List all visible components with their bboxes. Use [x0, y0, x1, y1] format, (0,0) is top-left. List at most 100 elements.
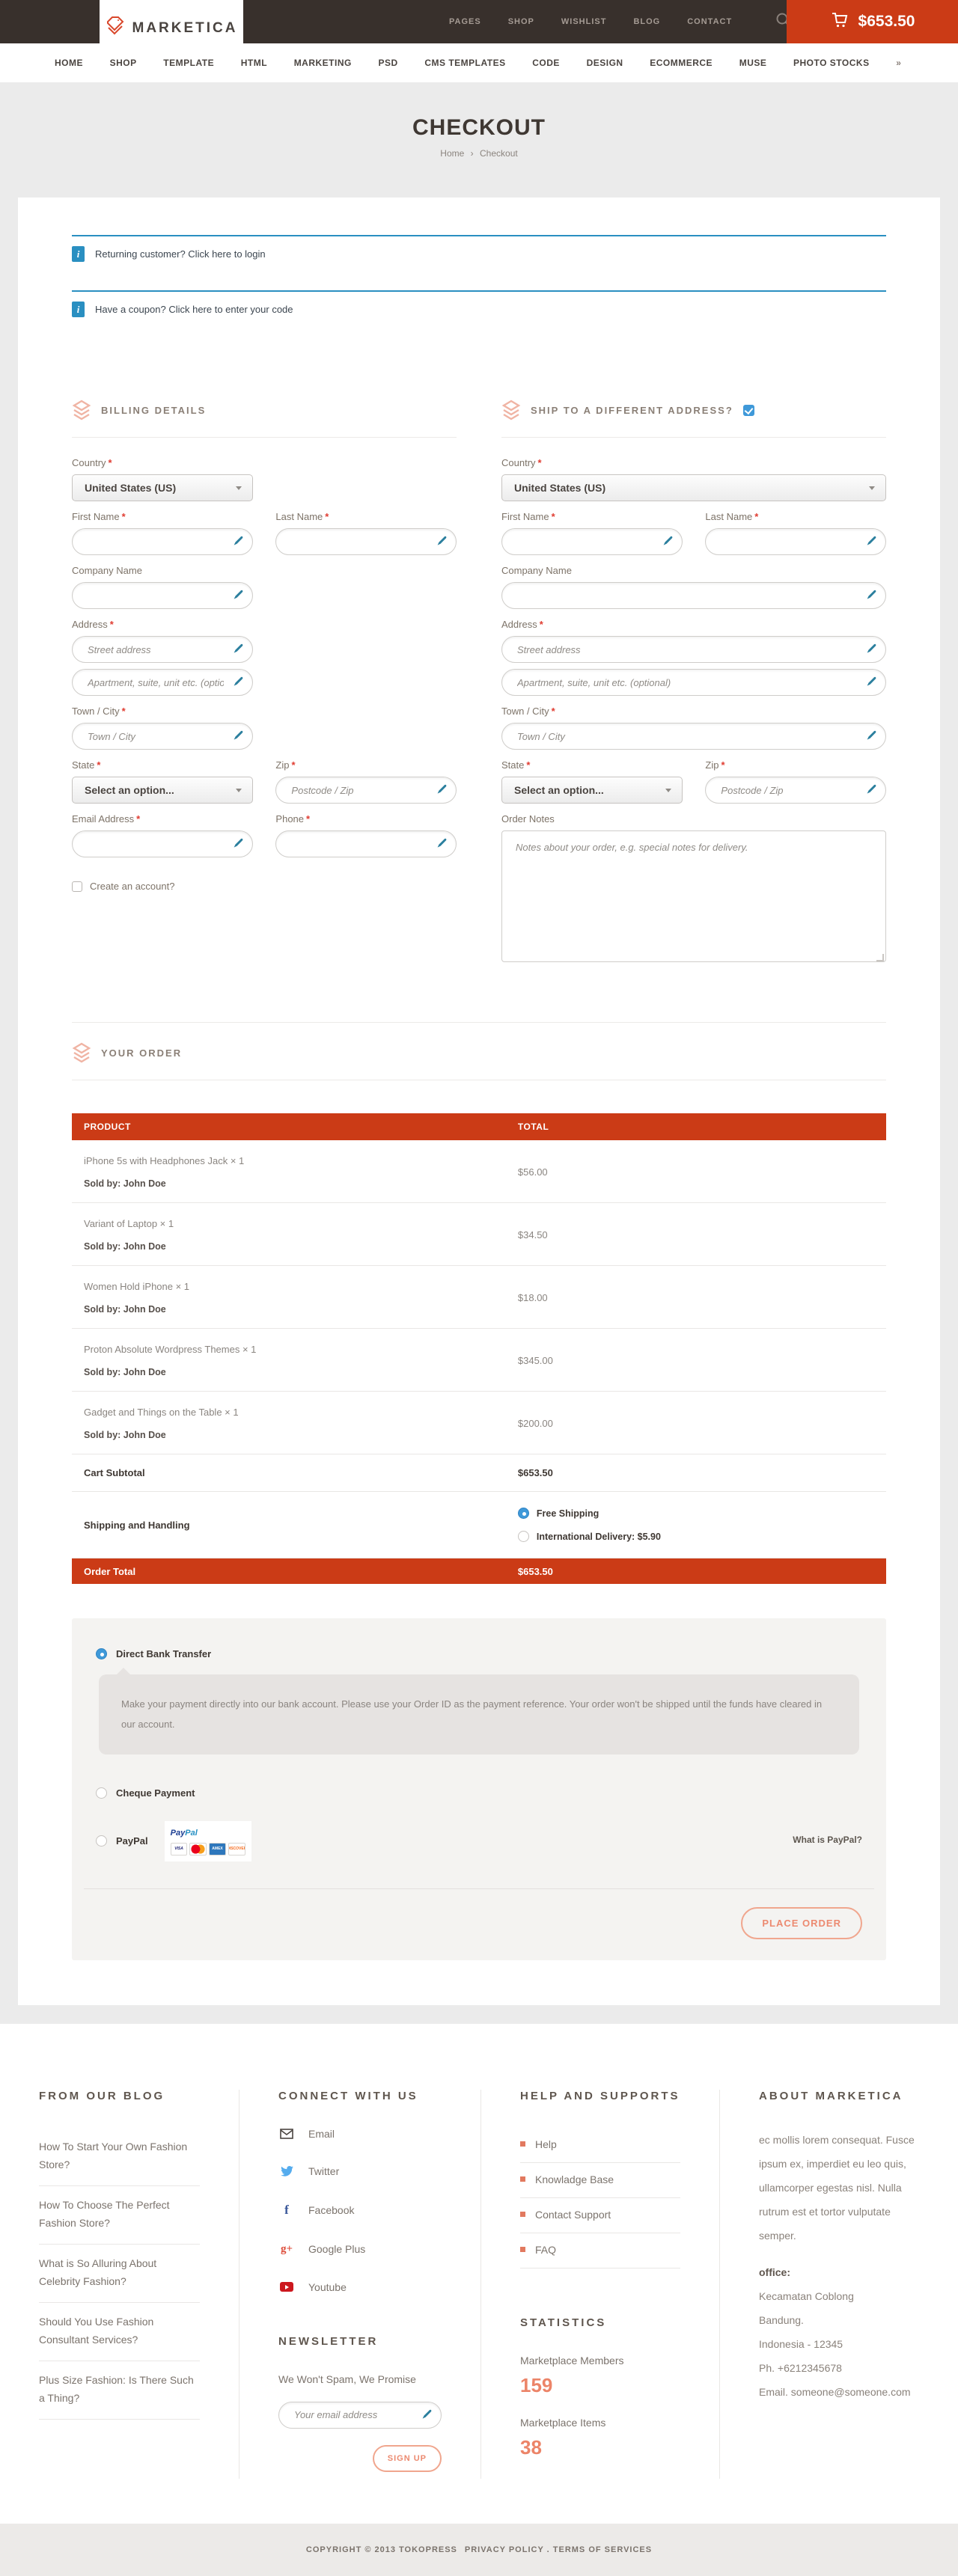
nav-more-chevron-icon[interactable]: » — [896, 58, 901, 68]
nav-home[interactable]: HOME — [55, 58, 83, 68]
radio-unselected-icon[interactable] — [96, 1835, 107, 1847]
edit-pen-icon — [231, 536, 243, 548]
copyright-links[interactable]: PRIVACY POLICY . TERMS OF SERVICES — [465, 2545, 652, 2554]
radio-unselected-icon[interactable] — [96, 1787, 107, 1799]
facebook-link[interactable]: f Facebook — [278, 2203, 442, 2218]
nav-cms-templates[interactable]: CMS TEMPLATES — [424, 58, 505, 68]
nav-photo-stocks[interactable]: PHOTO STOCKS — [793, 58, 870, 68]
shipping-first-name-input[interactable] — [501, 528, 683, 555]
tag-logo-icon — [106, 16, 125, 42]
billing-last-name-input[interactable] — [275, 528, 457, 555]
knowledge-base-link[interactable]: Knowladge Base — [520, 2163, 680, 2198]
shipping-company-input[interactable] — [501, 582, 886, 609]
blog-link[interactable]: How To Choose The Perfect Fashion Store? — [39, 2186, 200, 2245]
edit-pen-icon — [435, 784, 447, 796]
chevron-down-icon — [236, 486, 242, 490]
nav-marketing[interactable]: MARKETING — [294, 58, 352, 68]
footer: FROM OUR BLOG How To Start Your Own Fash… — [0, 2024, 958, 2524]
amex-card-icon: AMEX — [209, 1843, 226, 1855]
billing-email-input[interactable] — [72, 830, 253, 857]
login-link[interactable]: Click here to login — [188, 248, 265, 260]
paypal-option[interactable]: PayPal PayPal VISA MC AMEX DISCOVER What… — [84, 1821, 874, 1861]
shipping-town-input[interactable] — [501, 723, 886, 750]
edit-pen-icon — [231, 676, 243, 688]
top-nav: PAGES SHOP WISHLIST BLOG CONTACT — [449, 17, 732, 26]
billing-town-input[interactable] — [72, 723, 253, 750]
layers-icon — [72, 1042, 91, 1063]
bank-transfer-option[interactable]: Direct Bank Transfer — [84, 1648, 874, 1659]
shipping-last-name-input[interactable] — [705, 528, 886, 555]
nav-shop[interactable]: SHOP — [110, 58, 137, 68]
mastercard-icon: MC — [189, 1843, 207, 1855]
top-nav-contact[interactable]: CONTACT — [687, 17, 732, 26]
contact-support-link[interactable]: Contact Support — [520, 2198, 680, 2233]
order-notes-textarea[interactable] — [501, 830, 886, 962]
nav-design[interactable]: DESIGN — [587, 58, 623, 68]
top-nav-wishlist[interactable]: WISHLIST — [561, 17, 607, 26]
youtube-link[interactable]: Youtube — [278, 2281, 442, 2293]
breadcrumb-current: Checkout — [480, 148, 518, 159]
state-label: State — [501, 759, 524, 771]
shipping-state-select[interactable]: Select an option... — [501, 777, 683, 804]
what-is-paypal-link[interactable]: What is PayPal? — [793, 1835, 862, 1845]
edit-pen-icon — [231, 643, 243, 655]
blog-link[interactable]: How To Start Your Own Fashion Store? — [39, 2128, 200, 2186]
billing-zip-input[interactable] — [275, 777, 457, 804]
logo-text: MARKETICA — [132, 20, 238, 37]
top-nav-pages[interactable]: PAGES — [449, 17, 481, 26]
billing-country-select[interactable]: United States (US) — [72, 474, 253, 501]
company-label: Company Name — [501, 565, 572, 576]
billing-apartment-input[interactable] — [72, 669, 253, 696]
billing-phone-input[interactable] — [275, 830, 457, 857]
top-nav-shop[interactable]: SHOP — [508, 17, 534, 26]
newsletter-email-input[interactable] — [278, 2402, 442, 2429]
shipping-street-input[interactable] — [501, 636, 886, 663]
nav-ecommerce[interactable]: ECOMMERCE — [650, 58, 713, 68]
shipping-country-select[interactable]: United States (US) — [501, 474, 886, 501]
checkout-forms: BILLING DETAILS Country* United States (… — [72, 400, 886, 976]
help-link[interactable]: Help — [520, 2128, 680, 2163]
blog-link[interactable]: Plus Size Fashion: Is There Such a Thing… — [39, 2361, 200, 2420]
billing-first-name-input[interactable] — [72, 528, 253, 555]
town-label: Town / City — [72, 706, 120, 717]
cart-button[interactable]: $653.50 — [787, 0, 958, 43]
create-account-checkbox[interactable] — [72, 881, 82, 892]
footer-about-column: ABOUT MARKETICA ec mollis lorem consequa… — [719, 2090, 958, 2479]
radio-selected-icon[interactable] — [518, 1508, 529, 1519]
info-icon: i — [72, 246, 85, 262]
shipping-apartment-input[interactable] — [501, 669, 886, 696]
email-link[interactable]: Email — [278, 2128, 442, 2140]
logo[interactable]: MARKETICA — [100, 0, 243, 57]
free-shipping-option[interactable]: Free Shipping — [518, 1508, 886, 1519]
billing-state-select[interactable]: Select an option... — [72, 777, 253, 804]
nav-template[interactable]: TEMPLATE — [163, 58, 214, 68]
top-nav-blog[interactable]: BLOG — [633, 17, 660, 26]
google-plus-link[interactable]: g+ Google Plus — [278, 2243, 442, 2256]
signup-button[interactable]: SIGN UP — [373, 2445, 442, 2472]
billing-street-input[interactable] — [72, 636, 253, 663]
bullet-square-icon — [520, 2247, 525, 2252]
cheque-payment-option[interactable]: Cheque Payment — [84, 1787, 874, 1799]
connect-title: CONNECT WITH US — [278, 2090, 442, 2102]
radio-unselected-icon[interactable] — [518, 1531, 529, 1542]
coupon-link[interactable]: Click here to enter your code — [168, 304, 293, 315]
nav-muse[interactable]: MUSE — [739, 58, 767, 68]
breadcrumb-home[interactable]: Home — [440, 148, 464, 159]
page-header: CHECKOUT Home › Checkout — [0, 82, 958, 198]
billing-company-input[interactable] — [72, 582, 253, 609]
blog-link[interactable]: Should You Use Fashion Consultant Servic… — [39, 2303, 200, 2361]
nav-code[interactable]: CODE — [532, 58, 560, 68]
place-order-button[interactable]: PLACE ORDER — [741, 1907, 862, 1939]
shipping-label: Shipping and Handling — [72, 1520, 506, 1531]
international-delivery-option[interactable]: International Delivery: $5.90 — [518, 1531, 886, 1542]
shipping-zip-input[interactable] — [705, 777, 886, 804]
ship-different-checkbox[interactable] — [743, 405, 754, 416]
table-row: iPhone 5s with Headphones Jack × 1 Sold … — [72, 1140, 886, 1203]
blog-link[interactable]: What is So Alluring About Celebrity Fash… — [39, 2245, 200, 2303]
twitter-link[interactable]: Twitter — [278, 2165, 442, 2177]
nav-psd[interactable]: PSD — [379, 58, 398, 68]
resize-handle-icon[interactable] — [876, 954, 884, 961]
radio-selected-icon[interactable] — [96, 1648, 107, 1659]
faq-link[interactable]: FAQ — [520, 2233, 680, 2268]
nav-html[interactable]: HTML — [241, 58, 267, 68]
